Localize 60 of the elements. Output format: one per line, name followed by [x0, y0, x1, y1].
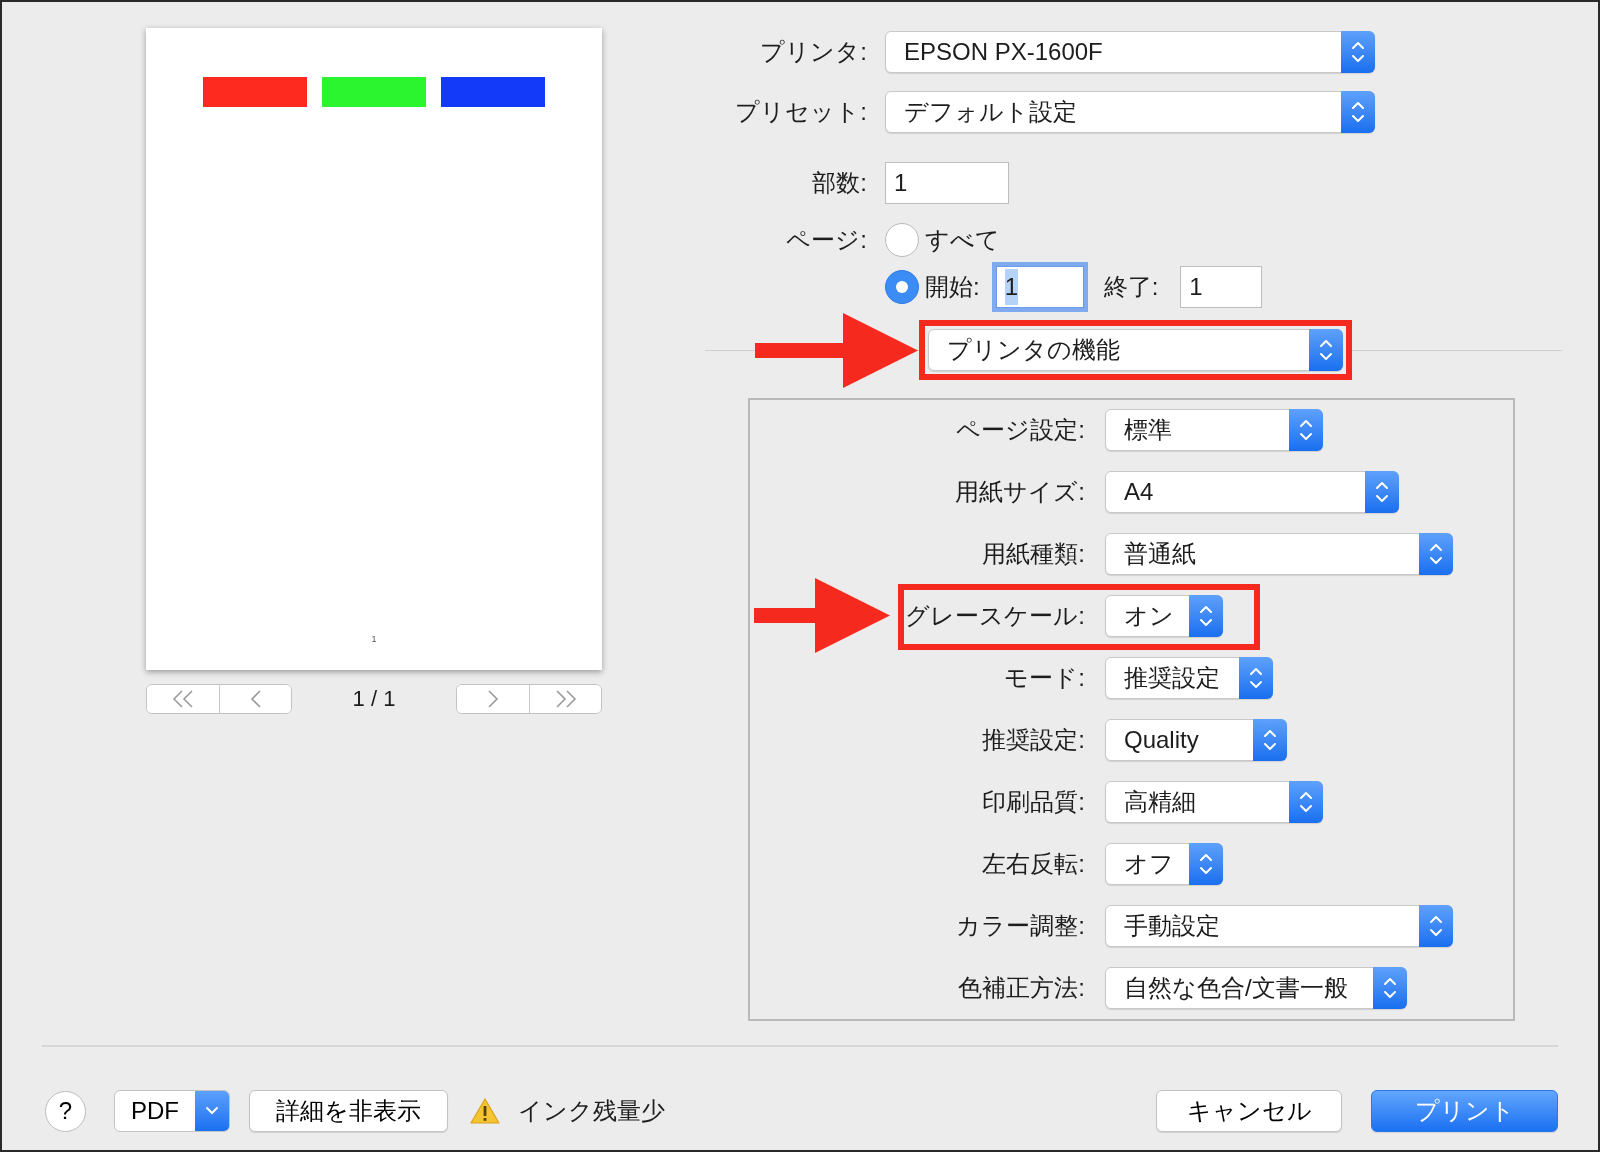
radio-label[interactable]: 開始: [925, 269, 980, 305]
popup-button[interactable]: オン [1105, 595, 1223, 637]
field-label: プリンタ: [759, 37, 868, 67]
stepper-icon [1429, 541, 1443, 567]
help-button[interactable]: ? [45, 1090, 86, 1132]
field-label: ページ: [785, 225, 868, 255]
popup-button[interactable]: 自然な色合/文書一般 [1105, 967, 1407, 1009]
popup-button[interactable]: A4 [1105, 471, 1399, 513]
setting-label: 用紙サイズ: [954, 477, 1086, 507]
setting-label: カラー調整: [955, 911, 1086, 941]
stepper-icon [1263, 727, 1277, 753]
popup-button[interactable]: オフ [1105, 843, 1223, 885]
setting-label: 左右反転: [981, 849, 1086, 879]
setting-label: 推奨設定: [981, 725, 1086, 755]
setting-label: 印刷品質: [981, 787, 1086, 817]
popup-button[interactable]: Quality [1105, 719, 1287, 761]
stepper-icon [1249, 665, 1263, 691]
copies-field[interactable]: 1 [885, 162, 1009, 204]
field-label: 部数: [811, 168, 868, 198]
stepper-icon [1299, 417, 1313, 443]
stepper-icon [1429, 913, 1443, 939]
stepper-icon [1319, 337, 1333, 363]
radio-label[interactable]: すべて [925, 222, 1000, 258]
stepper-icon [1199, 851, 1213, 877]
cancel-button[interactable]: キャンセル [1156, 1090, 1342, 1132]
radio-button[interactable] [885, 270, 919, 304]
setting-label: グレースケール: [904, 601, 1086, 631]
stepper-icon [1383, 975, 1397, 1001]
arrow-icon [754, 578, 890, 653]
setting-label: モード: [1003, 663, 1086, 693]
stepper-icon [1351, 39, 1365, 65]
field-label: 終了: [1103, 272, 1159, 302]
popup-button[interactable]: 普通紙 [1105, 533, 1453, 575]
setting-label: 用紙種類: [981, 539, 1086, 569]
stepper-icon [1375, 479, 1389, 505]
last-page-button[interactable] [529, 684, 601, 713]
warning-text: インク残量少 [518, 1096, 665, 1126]
radio-button[interactable] [885, 223, 919, 257]
chevron-down-icon [205, 1106, 219, 1116]
popup-button[interactable]: 手動設定 [1105, 905, 1453, 947]
popup-button[interactable]: 推奨設定 [1105, 657, 1273, 699]
popup-button[interactable]: デフォルト設定 [885, 91, 1375, 133]
page-indicator: 1 / 1 [352, 685, 396, 713]
pdf-menu-button[interactable]: PDF [114, 1090, 230, 1132]
stepper-icon [1199, 603, 1213, 629]
setting-label: ページ設定: [955, 415, 1086, 445]
popup-button[interactable]: EPSON PX-1600F [885, 31, 1375, 73]
stepper-icon [1299, 789, 1313, 815]
previous-page-button[interactable] [219, 684, 291, 713]
page-number: 1 [371, 632, 377, 646]
popup-button[interactable]: プリンタの機能 [928, 329, 1343, 371]
warning-icon [470, 1097, 500, 1125]
hide-details-button[interactable]: 詳細を非表示 [249, 1090, 448, 1132]
stepper-icon [1351, 99, 1365, 125]
input-field[interactable]: 1 [1180, 266, 1263, 308]
field-label: プリセット: [734, 97, 868, 127]
popup-button[interactable]: 高精細 [1105, 781, 1323, 823]
popup-button[interactable]: 標準 [1105, 409, 1323, 451]
setting-label: 色補正方法: [957, 973, 1086, 1003]
double-chevron-left-icon [170, 687, 196, 710]
